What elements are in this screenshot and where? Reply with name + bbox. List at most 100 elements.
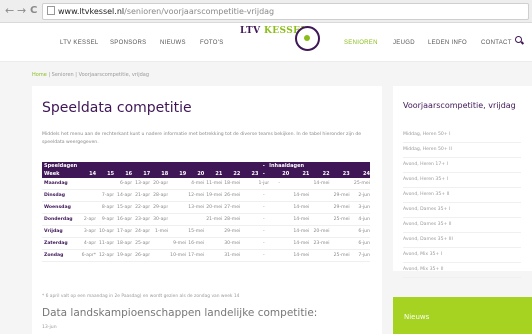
- row-label: Zondag: [42, 249, 79, 262]
- forward-button[interactable]: →: [17, 4, 26, 17]
- address-bar[interactable]: www.ltvkessel.nl/senioren/voorjaarscompe…: [42, 3, 529, 20]
- table-cell: [96, 178, 115, 190]
- nav-jeugd[interactable]: JEUGD: [393, 40, 415, 46]
- table-cell: [309, 201, 330, 214]
- sidebar-item[interactable]: Avond, Heren 35+ II: [403, 188, 521, 203]
- page-icon: [47, 6, 55, 15]
- table-cell: [78, 178, 97, 190]
- breadcrumb: Home | Senioren | Voorjaarscompetitie, v…: [32, 72, 149, 78]
- table-cell: [240, 178, 259, 190]
- table-cell: 4-apr: [78, 237, 97, 250]
- table-cell: 29-mei: [222, 225, 241, 238]
- sidebar-item[interactable]: Middag, Heren 50+ I: [403, 128, 521, 143]
- table-cell: 29-mei: [329, 201, 350, 214]
- table-cell: 14-mei: [289, 249, 310, 262]
- table-cell: 14-mei: [289, 237, 310, 250]
- table-cell: 31-mei: [222, 249, 241, 262]
- table-cell: -: [258, 213, 270, 226]
- table-header-row: Week 14 15 16 17 18 19 20 21 22 23-20 21 22 23 24: [42, 170, 370, 178]
- table-cell: 14-mei: [289, 189, 310, 202]
- table-cell: [186, 213, 205, 226]
- table-cell: 14-mei: [309, 178, 330, 190]
- breadcrumb-section[interactable]: Senioren: [52, 72, 74, 78]
- table-cell: 28-apr: [150, 189, 169, 202]
- nav-senioren[interactable]: SENIOREN: [344, 40, 378, 46]
- table-row: Dinsdag 7-apr 14-apr 21-apr 28-apr 12-mei 19-m…: [42, 189, 370, 202]
- table-cell: 8-apr: [96, 201, 115, 214]
- nav-nieuws[interactable]: NIEUWS: [160, 40, 186, 46]
- table-cell: 20: [269, 170, 290, 178]
- table-cell: 16-mei: [186, 237, 205, 250]
- url-path: /senioren/voorjaarscompetitie-vrijdag: [124, 7, 275, 16]
- table-cell: 23: [240, 170, 259, 178]
- table-cell: 11-apr: [96, 237, 115, 250]
- nav-ltv-kessel[interactable]: LTV KESSEL: [60, 40, 99, 46]
- table-cell: 14-apr: [114, 189, 133, 202]
- sidebar-item[interactable]: Avond, Mix 35+ I: [403, 248, 521, 263]
- table-cell: 27-mei: [222, 201, 241, 214]
- table-cell: [329, 178, 350, 190]
- table-cell: 16-apr: [114, 213, 133, 226]
- table-cell: 12-mei: [186, 189, 205, 202]
- table-cell: 10-apr: [96, 225, 115, 238]
- table-cell: 24: [349, 170, 370, 178]
- table-cell: [240, 201, 259, 214]
- sidebar-item[interactable]: Avond, Mix 35+ II: [403, 263, 521, 278]
- footnote: * 6 april valt op een maandag in 2e Paas…: [42, 294, 240, 299]
- table-cell: 2-apr: [78, 213, 97, 226]
- row-label: Week: [42, 170, 79, 178]
- table-cell: [269, 189, 290, 202]
- table-cell: 25-apr: [132, 237, 151, 250]
- breadcrumb-home[interactable]: Home: [32, 72, 47, 78]
- table-cell: 3-jun: [349, 201, 370, 214]
- back-button[interactable]: ←: [5, 4, 14, 17]
- reload-button[interactable]: C: [30, 4, 37, 17]
- table-cell: [240, 249, 259, 262]
- sidebar-item[interactable]: Avond, Heren 35+ I: [403, 173, 521, 188]
- sidebar-item[interactable]: Avond, Dames 35+ II: [403, 218, 521, 233]
- table-cell: 9-mei: [168, 237, 187, 250]
- sidebar-item[interactable]: Avond, Dames 35+ III: [403, 233, 521, 248]
- logo-text-ltv: LTV: [240, 26, 261, 36]
- news-title[interactable]: Nieuws: [404, 313, 429, 321]
- table-cell: 20-mei: [204, 201, 223, 214]
- table-cell: [269, 249, 290, 262]
- sidebar-item[interactable]: Avond, Dames 35+ I: [403, 203, 521, 218]
- table-cell: [168, 201, 187, 214]
- section-title: Data landskampioenschappen landelijke co…: [42, 307, 318, 319]
- schedule-table: Speeldagen - Inhaaldagen Week 14 15 16 17 18 19 20…: [42, 162, 370, 262]
- table-cell: [240, 225, 259, 238]
- table-cell: 18-apr: [114, 237, 133, 250]
- sidebar-item[interactable]: Avond, Heren 17+ I: [403, 158, 521, 173]
- table-cell: 2-jun: [349, 189, 370, 202]
- table-cell: 21-mei: [204, 213, 223, 226]
- nav-sponsors[interactable]: SPONSORS: [110, 40, 146, 46]
- table-cell: 13-apr: [132, 178, 151, 190]
- table-header-row: Speeldagen - Inhaaldagen: [42, 162, 370, 170]
- table-cell: 1-jun: [258, 178, 270, 190]
- table-cell: 9-apr: [96, 213, 115, 226]
- table-row: Donderdag 2-apr 9-apr 16-apr 23-apr 30-apr 21-…: [42, 213, 370, 226]
- table-cell: [269, 225, 290, 238]
- table-cell: [240, 189, 259, 202]
- search-icon[interactable]: [515, 36, 522, 43]
- table-cell: 20-mei: [309, 225, 330, 238]
- table-row: Vrijdag 3-apr 10-apr 17-apr 24-apr 1-mei 15-me…: [42, 225, 370, 238]
- table-cell: 30-mei: [222, 237, 241, 250]
- nav-leden-info[interactable]: LEDEN INFO: [428, 40, 467, 46]
- sidebar-item[interactable]: Middag, Heren 50+ II: [403, 143, 521, 158]
- section-date: 13-jun: [42, 325, 57, 330]
- table-cell: 1-mei: [150, 225, 169, 238]
- table-cell: [329, 237, 350, 250]
- table-cell: 15: [96, 170, 115, 178]
- table-cell: 28-mei: [222, 213, 241, 226]
- table-cell: 6-jun: [349, 225, 370, 238]
- table-cell: [309, 249, 330, 262]
- table-cell: [289, 178, 310, 190]
- table-cell: [150, 237, 169, 250]
- nav-fotos[interactable]: FOTO'S: [200, 40, 224, 46]
- nav-contact[interactable]: CONTACT: [481, 40, 512, 46]
- table-cell: [204, 249, 223, 262]
- table-cell: 18: [150, 170, 169, 178]
- table-cell: 26-apr: [132, 249, 151, 262]
